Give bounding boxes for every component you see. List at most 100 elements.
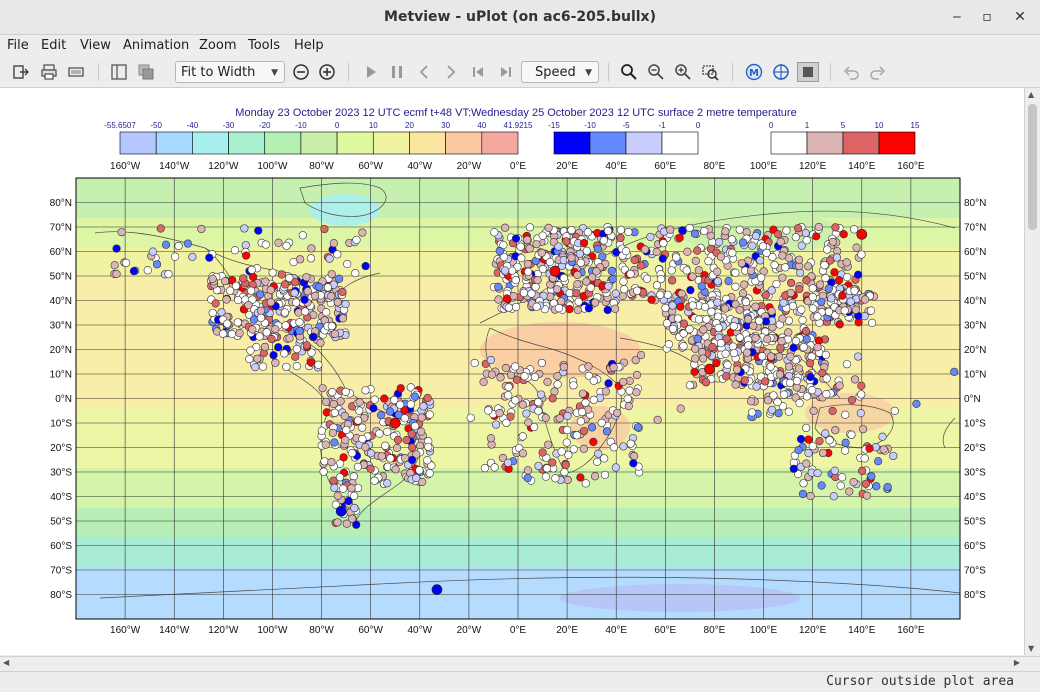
scroll-down-icon[interactable]: ▼ xyxy=(1028,644,1034,653)
longitude-label: 140°E xyxy=(848,161,876,172)
station-marker xyxy=(812,232,821,241)
station-marker xyxy=(798,489,808,499)
station-marker xyxy=(766,352,776,361)
previous-icon[interactable] xyxy=(415,63,433,81)
sidebar-toggle-icon[interactable] xyxy=(110,63,128,81)
station-marker xyxy=(723,360,732,369)
station-marker xyxy=(393,443,402,453)
station-marker xyxy=(813,468,822,478)
station-marker xyxy=(285,334,294,343)
menu-animation[interactable]: Animation xyxy=(123,38,189,53)
station-marker xyxy=(616,225,626,234)
station-marker xyxy=(358,434,367,444)
menu-tools[interactable]: Tools xyxy=(248,38,280,53)
plot-canvas[interactable]: Monday 23 October 2023 12 UTC ecmf t+48 … xyxy=(0,88,1024,655)
station-marker xyxy=(795,399,804,408)
minimize-icon[interactable]: ‒ xyxy=(942,0,972,34)
station-marker xyxy=(835,276,844,285)
station-marker xyxy=(630,451,639,461)
station-marker xyxy=(594,449,603,458)
station-marker xyxy=(691,354,700,363)
menu-zoom[interactable]: Zoom xyxy=(199,38,236,53)
vertical-scroll-thumb[interactable] xyxy=(1028,104,1037,230)
legend-bg-swatch xyxy=(264,131,302,155)
station-marker xyxy=(391,465,400,474)
station-marker xyxy=(587,423,597,432)
vertical-scrollbar[interactable]: ▲ ▼ xyxy=(1024,88,1040,655)
station-marker xyxy=(581,479,590,488)
station-marker xyxy=(792,376,802,385)
speed-select[interactable]: Speed ▼ xyxy=(521,61,599,83)
station-marker xyxy=(307,244,316,253)
latitude-label: 10°N xyxy=(50,370,72,381)
station-marker xyxy=(838,291,847,300)
horizontal-scrollbar[interactable]: ◀ ▶ xyxy=(0,656,1040,671)
close-icon[interactable]: ✕ xyxy=(1005,0,1035,34)
station-marker xyxy=(559,362,568,372)
station-marker xyxy=(693,334,702,343)
zoom-in-circle-icon[interactable] xyxy=(318,63,336,81)
station-marker xyxy=(582,246,591,255)
station-marker xyxy=(518,432,527,441)
zoom-in-icon[interactable] xyxy=(674,63,692,81)
station-marker xyxy=(699,354,708,363)
scroll-right-icon[interactable]: ▶ xyxy=(1014,658,1020,667)
station-marker xyxy=(840,306,849,315)
legend-warm-label: 10 xyxy=(875,121,884,130)
play-icon[interactable] xyxy=(362,63,380,81)
station-marker xyxy=(353,416,363,425)
station-marker xyxy=(694,266,703,275)
station-marker xyxy=(425,410,434,419)
legend-bg-label: 30 xyxy=(441,121,450,130)
station-marker xyxy=(633,286,642,295)
first-frame-icon[interactable] xyxy=(469,63,487,81)
undo-icon[interactable] xyxy=(842,63,860,81)
export-icon[interactable] xyxy=(12,63,30,81)
station-marker xyxy=(829,492,838,501)
zoom-area-icon[interactable] xyxy=(701,63,719,81)
station-marker xyxy=(330,483,339,492)
print-preview-icon[interactable] xyxy=(67,63,85,81)
station-marker xyxy=(868,318,877,327)
zoom-mode-select[interactable]: Fit to Width ▼ xyxy=(175,61,285,83)
menu-edit[interactable]: Edit xyxy=(41,38,66,53)
station-marker xyxy=(164,269,173,279)
window-titlebar[interactable]: Metview - uPlot (on ac6-205.bullx) ‒ ▫ ✕ xyxy=(0,0,1040,35)
metview-icon[interactable]: M xyxy=(745,63,763,81)
station-marker xyxy=(632,370,642,380)
station-marker xyxy=(593,244,602,254)
station-marker xyxy=(823,245,832,254)
station-marker xyxy=(227,329,237,339)
station-marker xyxy=(525,244,534,253)
print-icon[interactable] xyxy=(40,63,58,81)
station-marker xyxy=(174,241,183,251)
zoom-out-icon[interactable] xyxy=(647,63,665,81)
station-marker xyxy=(560,468,569,477)
station-marker xyxy=(658,254,667,263)
magnifier-icon[interactable] xyxy=(620,63,638,81)
station-marker xyxy=(787,278,796,288)
zoom-out-circle-icon[interactable] xyxy=(292,63,310,81)
pause-icon[interactable] xyxy=(388,63,406,81)
menu-view[interactable]: View xyxy=(80,38,111,53)
scroll-up-icon[interactable]: ▲ xyxy=(1028,90,1034,99)
station-marker xyxy=(143,266,152,275)
station-marker xyxy=(626,439,635,448)
next-icon[interactable] xyxy=(442,63,460,81)
maximize-icon[interactable]: ▫ xyxy=(972,0,1002,34)
menu-help[interactable]: Help xyxy=(294,38,324,53)
station-marker xyxy=(350,491,359,500)
scroll-left-icon[interactable]: ◀ xyxy=(3,658,9,667)
menu-file[interactable]: File xyxy=(7,38,29,53)
station-marker xyxy=(261,240,270,249)
redo-icon[interactable] xyxy=(869,63,887,81)
station-marker xyxy=(804,262,813,271)
latitude-label: 30°S xyxy=(50,468,72,479)
station-marker xyxy=(788,301,798,311)
layers-icon[interactable] xyxy=(137,63,155,81)
station-marker xyxy=(335,473,345,482)
cursor-data-icon[interactable] xyxy=(772,63,790,81)
last-frame-icon[interactable] xyxy=(497,63,515,81)
inspector-icon[interactable] xyxy=(797,62,819,82)
map-plot[interactable]: Monday 23 October 2023 12 UTC ecmf t+48 … xyxy=(0,88,1024,655)
